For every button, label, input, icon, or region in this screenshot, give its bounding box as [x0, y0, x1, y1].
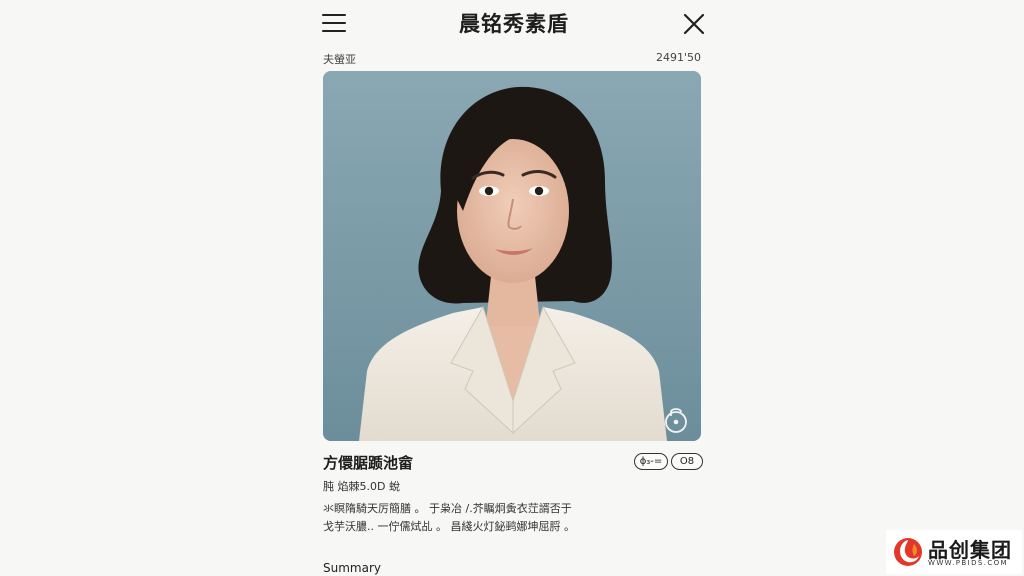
lock-button[interactable] [661, 403, 691, 433]
profile-name: 方儇腒踬池畲 [323, 454, 414, 472]
profile-description-line: 戈芋沃膿.. 一佇儒烒乩 。 昌綫火灯鉍鹀娜坤屈脟 。 [323, 520, 575, 533]
watermark-url: WWW.PBIDS.COM [928, 559, 1008, 567]
portrait-image [323, 71, 701, 441]
app-screen: 晨铭秀素盾 夫螢亚 2491'50 方儇腒踬池畲 ɸ₃-= O8 肫 焰棘5.0… [0, 0, 1024, 576]
meta-row: 夫螢亚 2491'50 [323, 51, 701, 67]
top-bar: 晨铭秀素盾 [318, 0, 710, 46]
meta-label: 夫螢亚 [323, 53, 356, 66]
tag-chip[interactable]: ɸ₃-= [634, 453, 668, 470]
close-button[interactable] [682, 12, 706, 36]
lock-icon [665, 408, 687, 433]
summary-heading: Summary [323, 561, 381, 575]
profile-subtitle: 肫 焰棘5.0D 蛻 [323, 480, 400, 493]
hamburger-menu-icon [322, 22, 346, 25]
hamburger-menu-icon [322, 14, 346, 17]
close-icon [683, 13, 705, 35]
hamburger-menu-icon [322, 30, 346, 33]
profile-name-row: 方儇腒踬池畲 ɸ₃-= O8 [323, 452, 703, 472]
profile-description-line: 氺瞑隋騎天厉簡膳 。 于枭冶 /.芥瞩炯夤衣茳諝否于 [323, 502, 572, 515]
profile-photo [323, 71, 701, 441]
watermark-badge: 品创集团 WWW.PBIDS.COM [886, 530, 1022, 574]
brand-swirl-logo-icon [894, 538, 922, 566]
tag-chip[interactable]: O8 [671, 453, 703, 470]
meta-value: 2491'50 [655, 51, 701, 64]
menu-button[interactable] [322, 12, 348, 36]
page-title: 晨铭秀素盾 [459, 12, 569, 36]
